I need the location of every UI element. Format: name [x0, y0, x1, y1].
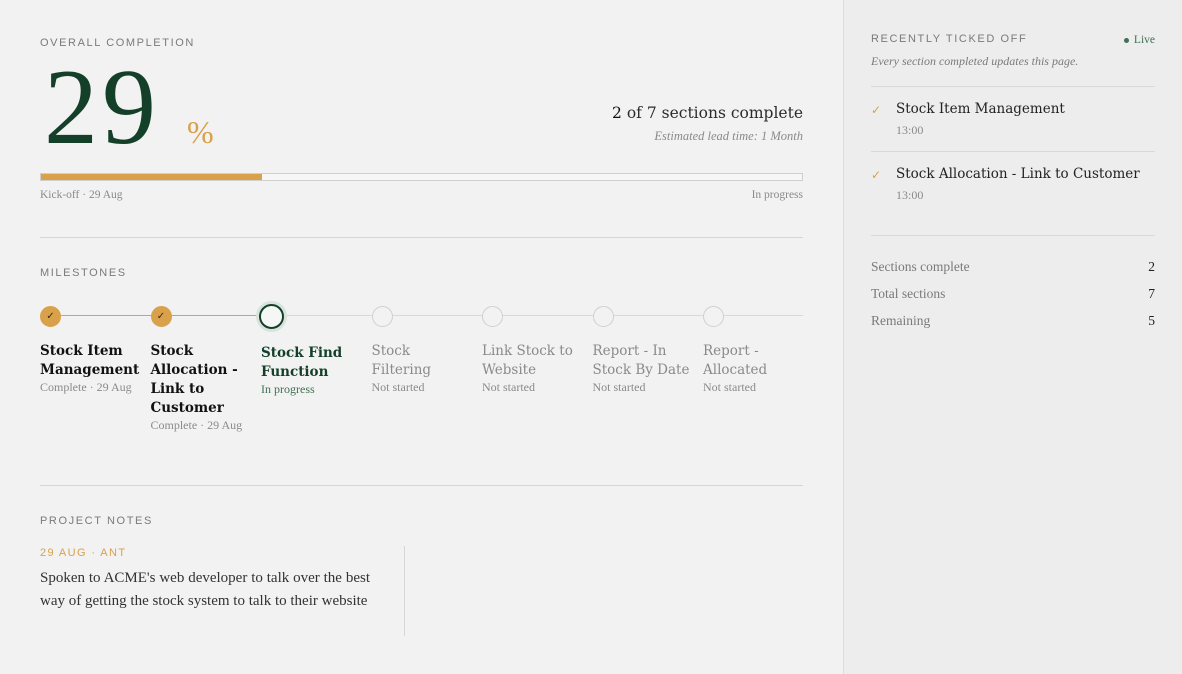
stat-remaining: Remaining 5 — [871, 313, 1155, 329]
stat-label: Total sections — [871, 286, 946, 301]
milestone-connector — [382, 315, 493, 316]
milestone-status: Not started — [592, 380, 646, 394]
milestone-status: In progress — [261, 382, 315, 396]
milestone-item: Stock Filtering Not started — [372, 342, 474, 395]
divider — [40, 237, 803, 238]
milestone-title: Link Stock to Website — [482, 343, 573, 378]
progress-status: In progress — [751, 189, 803, 201]
stat-label: Remaining — [871, 313, 931, 328]
milestone-item: Report - Allocated Not started — [703, 342, 805, 395]
milestone-status: Complete · 29 Aug — [40, 380, 132, 394]
milestone-title: Stock Filtering — [371, 343, 432, 378]
live-label: Live — [1133, 34, 1155, 46]
milestone-item: Report - In Stock By Date Not started — [593, 342, 695, 395]
project-notes-label: PROJECT NOTES — [40, 515, 153, 527]
sidebar-subtitle: Every section completed updates this pag… — [871, 54, 1079, 68]
milestone-node — [371, 306, 393, 327]
divider — [40, 485, 803, 486]
recently-ticked-label: RECENTLY TICKED OFF — [871, 33, 1028, 45]
lead-time: Estimated lead time: 1 Month — [654, 129, 803, 143]
sidebar: RECENTLY TICKED OFF Live Every section c… — [843, 0, 1182, 674]
check-icon: ✓ — [156, 311, 166, 322]
note-body: Spoken to ACME's web developer to talk o… — [40, 570, 370, 609]
milestone-item: Link Stock to Website Not started — [482, 342, 584, 395]
live-indicator: Live — [1123, 34, 1155, 46]
stat-value: 7 — [1148, 286, 1155, 301]
stat-value: 2 — [1148, 259, 1155, 274]
milestone-node — [482, 306, 503, 327]
check-icon: ✓ — [46, 311, 55, 322]
milestone-status: Complete · 29 Aug — [150, 418, 243, 432]
milestone-connector — [161, 315, 272, 316]
milestone-node: ✓ — [40, 306, 61, 327]
sidebar-divider — [871, 235, 1155, 236]
progress-fill — [41, 174, 262, 180]
live-dot-icon — [1123, 37, 1129, 43]
tick-icon: ✓ — [871, 103, 882, 117]
stat-value: 5 — [1148, 313, 1155, 328]
ticked-item-title: Stock Item Management — [896, 101, 1065, 117]
kickoff-label: Kick-off · 29 Aug — [40, 189, 123, 201]
milestone-status: Not started — [482, 380, 535, 394]
sections-done-count: 2 — [612, 104, 622, 122]
milestone-title: Stock Find Function — [261, 345, 343, 380]
milestone-node — [259, 304, 284, 329]
milestone-title: Report - Allocated — [703, 343, 768, 378]
milestone-connector — [713, 315, 803, 316]
percent-sign: % — [187, 114, 214, 150]
ticked-item-title: Stock Allocation - Link to Customer — [896, 166, 1140, 182]
milestone-status: Not started — [371, 380, 425, 394]
tick-icon: ✓ — [871, 168, 882, 182]
milestone-connector — [603, 315, 714, 316]
sidebar-divider — [871, 86, 1155, 87]
milestone-node — [592, 306, 614, 327]
sections-complete-text: of 7 sections complete — [621, 104, 803, 122]
sections-complete: 2 of 7 sections complete — [612, 104, 803, 122]
main-panel: OVERALL COMPLETION 29 % 2 of 7 sections … — [40, 0, 803, 674]
milestone-connector — [50, 315, 161, 316]
note-separator — [404, 546, 405, 636]
stat-total-sections: Total sections 7 — [871, 286, 1155, 302]
ticked-item-time: 13:00 — [896, 188, 924, 202]
milestone-status: Not started — [703, 380, 756, 394]
stat-label: Sections complete — [871, 259, 970, 274]
milestone-item: Stock Item Management Complete · 29 Aug — [40, 342, 142, 395]
milestones-label: MILESTONES — [40, 267, 127, 279]
overall-progress-bar — [40, 173, 803, 181]
stat-sections-complete: Sections complete 2 — [871, 259, 1155, 275]
milestone-title: Stock Allocation - Link to Customer — [150, 343, 238, 416]
milestone-connector — [271, 315, 382, 316]
milestone-connector — [492, 315, 603, 316]
sidebar-divider — [871, 151, 1155, 152]
note-meta: 29 AUG · ANT — [40, 547, 127, 559]
milestone-node — [703, 306, 724, 327]
milestone-title: Report - In Stock By Date — [592, 343, 690, 378]
ticked-item-time: 13:00 — [896, 123, 924, 137]
completion-percent: 29 — [44, 48, 160, 167]
milestone-item: Stock Find Function In progress — [261, 344, 363, 397]
milestone-item: Stock Allocation - Link to Customer Compl… — [151, 342, 253, 433]
milestone-node: ✓ — [150, 306, 172, 327]
milestone-title: Stock Item Management — [40, 343, 140, 378]
